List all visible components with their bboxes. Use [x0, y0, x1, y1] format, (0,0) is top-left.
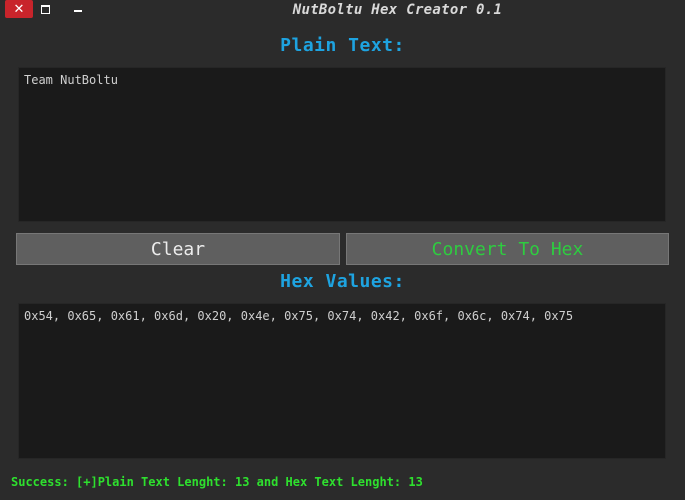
plain-text-input[interactable]: Team NutBoltu: [18, 67, 666, 222]
window-title: NutBoltu Hex Creator 0.1: [292, 2, 503, 18]
convert-to-hex-button[interactable]: Convert To Hex: [346, 233, 669, 265]
app-window: ✕ NutBoltu Hex Creator 0.1 Plain Text: T…: [0, 0, 685, 500]
title-bar[interactable]: ✕ NutBoltu Hex Creator 0.1: [0, 0, 685, 24]
clear-button[interactable]: Clear: [16, 233, 340, 265]
status-message: Success: [+]Plain Text Lenght: 13 and He…: [11, 475, 423, 489]
hex-values-output[interactable]: 0x54, 0x65, 0x61, 0x6d, 0x20, 0x4e, 0x75…: [18, 303, 666, 459]
plain-text-label: Plain Text:: [280, 35, 405, 56]
hex-values-label: Hex Values:: [280, 271, 405, 292]
